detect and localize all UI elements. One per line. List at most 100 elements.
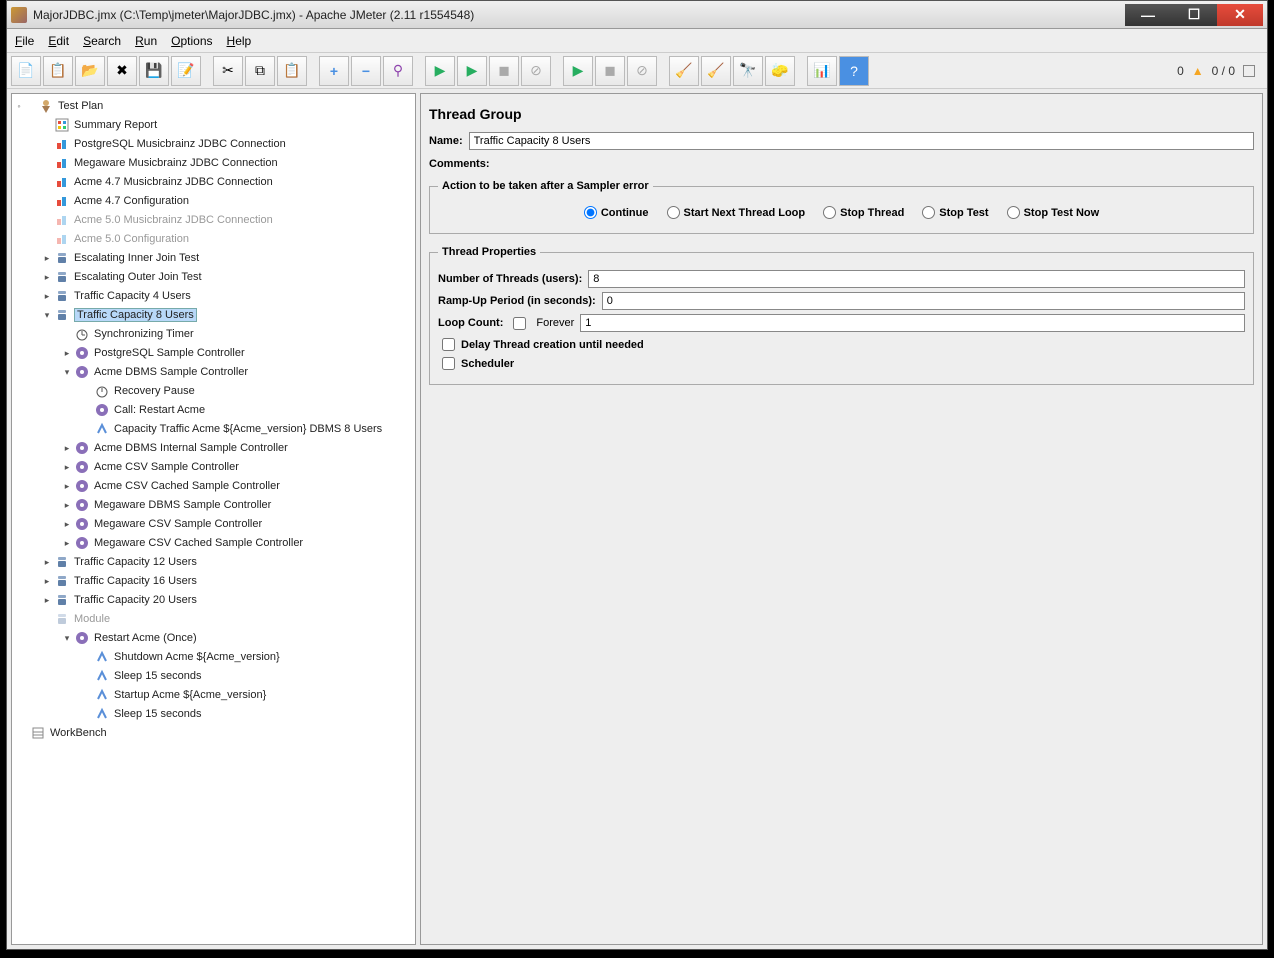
cut-button[interactable]: ✂ xyxy=(213,56,243,86)
rampup-label: Ramp-Up Period (in seconds): xyxy=(438,295,596,307)
tree-restart-once[interactable]: ▾Restart Acme (Once) xyxy=(14,628,413,647)
stop-button[interactable]: ◼ xyxy=(489,56,519,86)
toolbar: 📄 📋 📂 ✖ 💾 📝 ✂ ⧉ 📋 + − ⚲ ▶ ▶ ◼ ⊘ ▶ ◼ ⊘ 🧹 … xyxy=(7,53,1267,89)
tree-esc-outer[interactable]: ▸Escalating Outer Join Test xyxy=(14,267,413,286)
tree-a50-conn[interactable]: Acme 5.0 Musicbrainz JDBC Connection xyxy=(14,210,413,229)
num-threads-input[interactable] xyxy=(588,270,1245,288)
num-threads-label: Number of Threads (users): xyxy=(438,273,582,285)
window-title: MajorJDBC.jmx (C:\Temp\jmeter\MajorJDBC.… xyxy=(33,8,1125,22)
tree-tc16[interactable]: ▸Traffic Capacity 16 Users xyxy=(14,571,413,590)
tree-a47-conn[interactable]: Acme 4.7 Musicbrainz JDBC Connection xyxy=(14,172,413,191)
tree-sleep1[interactable]: Sleep 15 seconds xyxy=(14,666,413,685)
tree-testplan[interactable]: ◦Test Plan xyxy=(14,96,413,115)
tree-tc4[interactable]: ▸Traffic Capacity 4 Users xyxy=(14,286,413,305)
tree-sync-timer[interactable]: Synchronizing Timer xyxy=(14,324,413,343)
loop-label: Loop Count: xyxy=(438,317,503,329)
tree-mw-csv[interactable]: ▸Megaware CSV Sample Controller xyxy=(14,514,413,533)
open-button[interactable]: 📂 xyxy=(75,56,105,86)
tree-mw-conn[interactable]: Megaware Musicbrainz JDBC Connection xyxy=(14,153,413,172)
rampup-input[interactable] xyxy=(602,292,1245,310)
remote-stop-button[interactable]: ◼ xyxy=(595,56,625,86)
name-input[interactable] xyxy=(469,132,1254,150)
tree-sleep2[interactable]: Sleep 15 seconds xyxy=(14,704,413,723)
toggle-button[interactable]: ⚲ xyxy=(383,56,413,86)
expand-button[interactable]: + xyxy=(319,56,349,86)
menu-options[interactable]: Options xyxy=(171,34,212,48)
maximize-button[interactable]: ☐ xyxy=(1171,4,1217,26)
minimize-button[interactable]: — xyxy=(1125,4,1171,26)
close-button[interactable]: ✕ xyxy=(1217,4,1263,26)
collapse-button[interactable]: − xyxy=(351,56,381,86)
tree-shutdown[interactable]: Shutdown Acme ${Acme_version} xyxy=(14,647,413,666)
tree-mw-dbms[interactable]: ▸Megaware DBMS Sample Controller xyxy=(14,495,413,514)
tree-call-restart[interactable]: Call: Restart Acme xyxy=(14,400,413,419)
tree-recovery[interactable]: Recovery Pause xyxy=(14,381,413,400)
save-button[interactable]: 💾 xyxy=(139,56,169,86)
new-button[interactable]: 📄 xyxy=(11,56,41,86)
tree-tc8[interactable]: ▾Traffic Capacity 8 Users xyxy=(14,305,413,324)
titlebar: MajorJDBC.jmx (C:\Temp\jmeter\MajorJDBC.… xyxy=(7,1,1267,29)
tree-tc20[interactable]: ▸Traffic Capacity 20 Users xyxy=(14,590,413,609)
radio-stopnow[interactable]: Stop Test Now xyxy=(1007,206,1100,219)
forever-checkbox[interactable] xyxy=(513,317,526,330)
warning-icon: ▲ xyxy=(1192,64,1204,78)
menu-file[interactable]: File xyxy=(15,34,34,48)
delay-checkbox[interactable] xyxy=(442,338,455,351)
paste-button[interactable]: 📋 xyxy=(277,56,307,86)
tree-a47-cfg[interactable]: Acme 4.7 Configuration xyxy=(14,191,413,210)
loop-input[interactable] xyxy=(580,314,1245,332)
radio-stopthread[interactable]: Stop Thread xyxy=(823,206,904,219)
clear-button[interactable]: 🧹 xyxy=(669,56,699,86)
status-led xyxy=(1243,65,1255,77)
forever-label: Forever xyxy=(536,317,574,329)
tree-workbench[interactable]: WorkBench xyxy=(14,723,413,742)
remote-shutdown-button[interactable]: ⊘ xyxy=(627,56,657,86)
thread-count: 0 / 0 xyxy=(1212,64,1235,78)
scheduler-checkbox[interactable] xyxy=(442,357,455,370)
menu-run[interactable]: Run xyxy=(135,34,157,48)
tree-pg-sc[interactable]: ▸PostgreSQL Sample Controller xyxy=(14,343,413,362)
start-notimers-button[interactable]: ▶ xyxy=(457,56,487,86)
tree-pg-conn[interactable]: PostgreSQL Musicbrainz JDBC Connection xyxy=(14,134,413,153)
menu-help[interactable]: Help xyxy=(227,34,252,48)
saveas-button[interactable]: 📝 xyxy=(171,56,201,86)
radio-continue[interactable]: Continue xyxy=(584,206,649,219)
reset-search-button[interactable]: 🧽 xyxy=(765,56,795,86)
tree-mw-csv-cached[interactable]: ▸Megaware CSV Cached Sample Controller xyxy=(14,533,413,552)
action-legend: Action to be taken after a Sampler error xyxy=(438,180,653,192)
clearall-button[interactable]: 🧹 xyxy=(701,56,731,86)
menu-edit[interactable]: Edit xyxy=(48,34,69,48)
tree-panel[interactable]: ◦Test Plan Summary Report PostgreSQL Mus… xyxy=(11,93,416,945)
help-button[interactable]: ? xyxy=(839,56,869,86)
start-button[interactable]: ▶ xyxy=(425,56,455,86)
tree-esc-inner[interactable]: ▸Escalating Inner Join Test xyxy=(14,248,413,267)
remote-start-button[interactable]: ▶ xyxy=(563,56,593,86)
tree-summary[interactable]: Summary Report xyxy=(14,115,413,134)
tree-module[interactable]: Module xyxy=(14,609,413,628)
tree-tc12[interactable]: ▸Traffic Capacity 12 Users xyxy=(14,552,413,571)
thread-legend: Thread Properties xyxy=(438,246,540,258)
radio-stoptest[interactable]: Stop Test xyxy=(922,206,988,219)
scheduler-label: Scheduler xyxy=(461,358,514,370)
name-label: Name: xyxy=(429,135,463,147)
tree-acme-sc[interactable]: ▾Acme DBMS Sample Controller xyxy=(14,362,413,381)
radio-next[interactable]: Start Next Thread Loop xyxy=(667,206,806,219)
comments-label: Comments: xyxy=(429,158,490,170)
tree-cap-traffic[interactable]: Capacity Traffic Acme ${Acme_version} DB… xyxy=(14,419,413,438)
app-window: MajorJDBC.jmx (C:\Temp\jmeter\MajorJDBC.… xyxy=(6,0,1268,950)
tree-a50-cfg[interactable]: Acme 5.0 Configuration xyxy=(14,229,413,248)
tree-acme-csv-cached[interactable]: ▸Acme CSV Cached Sample Controller xyxy=(14,476,413,495)
shutdown-button[interactable]: ⊘ xyxy=(521,56,551,86)
tree-acme-csv[interactable]: ▸Acme CSV Sample Controller xyxy=(14,457,413,476)
search-button[interactable]: 🔭 xyxy=(733,56,763,86)
menubar: File Edit Search Run Options Help xyxy=(7,29,1267,53)
tree-startup[interactable]: Startup Acme ${Acme_version} xyxy=(14,685,413,704)
templates-button[interactable]: 📋 xyxy=(43,56,73,86)
close-file-button[interactable]: ✖ xyxy=(107,56,137,86)
properties-panel: Thread Group Name: Comments: Action to b… xyxy=(420,93,1263,945)
tree-acme-internal[interactable]: ▸Acme DBMS Internal Sample Controller xyxy=(14,438,413,457)
function-helper-button[interactable]: 📊 xyxy=(807,56,837,86)
menu-search[interactable]: Search xyxy=(83,34,121,48)
app-icon xyxy=(11,7,27,23)
copy-button[interactable]: ⧉ xyxy=(245,56,275,86)
